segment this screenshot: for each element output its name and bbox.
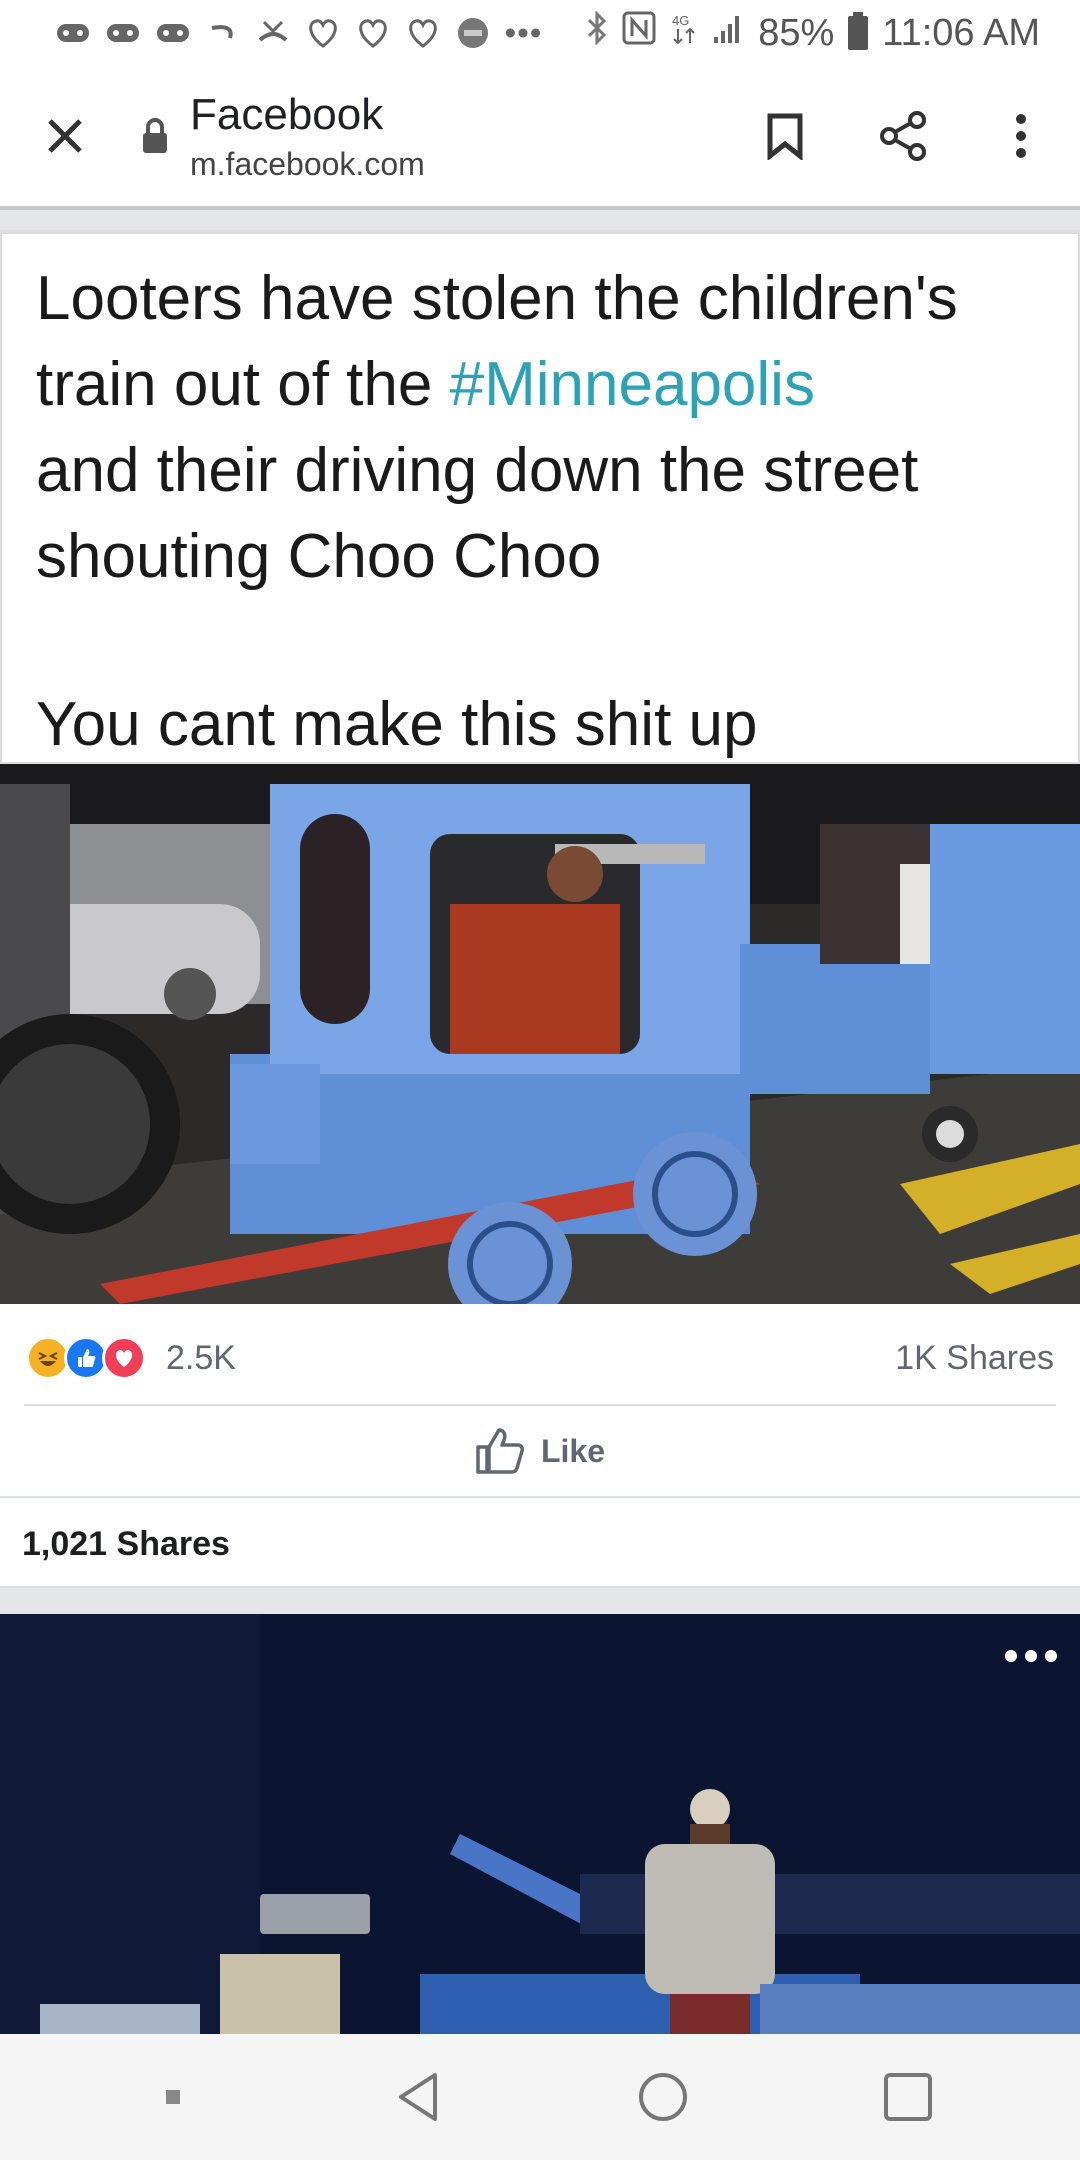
network-type-icon: 4G xyxy=(670,11,698,55)
svg-text:4G: 4G xyxy=(672,13,689,28)
close-icon xyxy=(48,119,82,153)
thumb-up-icon xyxy=(476,1428,524,1474)
post-actions: Like xyxy=(0,1406,1080,1496)
missed-call-icon xyxy=(255,15,291,51)
game-controller-icon xyxy=(105,15,141,51)
like-label: Like xyxy=(540,1432,606,1469)
reaction-summary[interactable]: 2.5K 1K Shares xyxy=(0,1304,1080,1412)
post-photo[interactable] xyxy=(0,764,1080,1304)
post-text-segment: train out of the xyxy=(36,350,450,419)
recents-button[interactable] xyxy=(848,2047,968,2147)
home-button[interactable] xyxy=(603,2047,723,2147)
app-badge-icon xyxy=(455,15,491,51)
dot xyxy=(1025,1650,1037,1662)
heart-outline-icon xyxy=(305,15,341,51)
home-icon xyxy=(638,2073,687,2121)
post-text-line: You cant make this shit up xyxy=(36,690,758,759)
post-text-line: Looters have stolen the children's xyxy=(36,264,958,333)
share-button[interactable] xyxy=(844,64,962,208)
post-text-line: train out of the #Minneapolis xyxy=(36,342,1044,428)
site-info[interactable]: Facebook m.facebook.com xyxy=(190,90,425,183)
page-title: Facebook xyxy=(190,89,384,139)
reaction-icons xyxy=(26,1336,146,1380)
bookmark-button[interactable] xyxy=(726,64,844,208)
system-navigation-bar xyxy=(0,2034,1080,2160)
share-icon xyxy=(880,111,926,161)
love-reaction-icon xyxy=(102,1336,146,1380)
hashtag-link[interactable]: #Minneapolis xyxy=(450,350,815,419)
status-bar: 4G 85% 11:06 AM xyxy=(0,0,1080,66)
battery-icon xyxy=(848,12,869,50)
close-button[interactable] xyxy=(0,64,130,208)
hook-icon xyxy=(205,15,241,51)
post-image-text: Looters have stolen the children's train… xyxy=(0,232,1080,764)
dot xyxy=(1045,1650,1057,1662)
heart-outline-icon xyxy=(405,15,441,51)
browser-toolbar: Facebook m.facebook.com xyxy=(0,66,1080,210)
more-notifications-icon xyxy=(505,15,541,51)
post-text-line: shouting Choo Choo xyxy=(36,522,602,591)
small-square-icon xyxy=(165,2090,180,2104)
page-url: m.facebook.com xyxy=(190,145,425,182)
reaction-count: 2.5K xyxy=(166,1338,236,1377)
system-status: 4G 85% 11:06 AM xyxy=(586,10,1040,55)
screen: 4G 85% 11:06 AM Facebook m.facebook.com xyxy=(0,0,1080,2160)
bluetooth-icon xyxy=(586,10,608,55)
nfc-icon xyxy=(622,11,656,55)
heart-outline-icon xyxy=(355,15,391,51)
more-options-button[interactable] xyxy=(962,64,1080,208)
post-card: Looters have stolen the children's train… xyxy=(0,230,1080,1588)
game-controller-icon xyxy=(155,15,191,51)
notification-icons xyxy=(55,15,541,51)
next-post-photo xyxy=(0,1614,1080,2034)
menu-dot-button[interactable] xyxy=(113,2047,233,2147)
battery-percent: 85% xyxy=(758,11,835,54)
game-controller-icon xyxy=(55,15,91,51)
share-count-link[interactable]: 1K Shares xyxy=(895,1339,1054,1378)
post-options-button[interactable] xyxy=(996,1636,1066,1676)
back-button[interactable] xyxy=(358,2047,478,2147)
like-button[interactable]: Like xyxy=(475,1427,605,1475)
recents-icon xyxy=(883,2073,932,2121)
clock: 11:06 AM xyxy=(882,11,1040,54)
back-icon xyxy=(398,2073,437,2121)
shares-count-full[interactable]: 1,021 Shares xyxy=(0,1498,1080,1590)
dot xyxy=(1005,1650,1017,1662)
next-post-card[interactable] xyxy=(0,1614,1080,2034)
post-text-line: and their driving down the street xyxy=(36,436,919,505)
more-vert-icon xyxy=(1016,114,1026,158)
signal-icon xyxy=(712,11,744,55)
toolbar-actions xyxy=(726,64,1080,208)
lock-icon xyxy=(120,117,190,155)
bookmark-icon xyxy=(767,113,803,160)
